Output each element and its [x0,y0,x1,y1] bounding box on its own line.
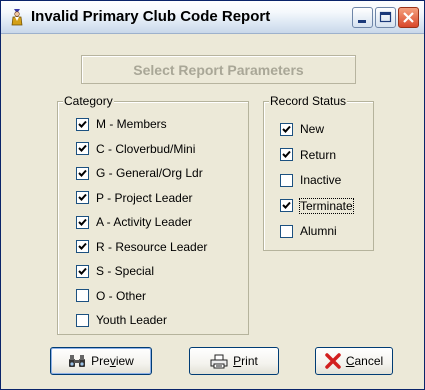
check-mark-icon [78,193,87,201]
print-button[interactable]: Print [189,347,279,375]
category-legend: Category [63,94,114,108]
check-mark-icon [78,120,87,128]
checkbox-label: G - General/Org Ldr [96,166,203,180]
print-label: Print [233,354,258,368]
checkbox-box[interactable] [76,289,89,302]
category-checkbox-p-project-leader[interactable]: P - Project Leader [76,190,193,206]
minimize-button[interactable] [352,7,373,28]
window-title: Invalid Primary Club Code Report [31,8,271,25]
checkbox-label: Inactive [300,173,342,187]
checkbox-box[interactable] [76,264,89,278]
category-checkbox-a-activity-leader[interactable]: A - Activity Leader [76,214,192,230]
category-checkbox-g-general-org-ldr[interactable]: G - General/Org Ldr [76,165,203,181]
checkbox-label: A - Activity Leader [96,215,193,229]
record-status-group: Record Status New Return Inactive Terminate… [263,94,374,251]
maximize-button[interactable] [375,7,396,28]
check-mark-icon [78,218,87,226]
category-checkbox-o-other[interactable]: O - Other [76,288,146,304]
status-checkbox-terminate[interactable]: Terminate [280,197,354,214]
checkbox-label: New [300,122,325,136]
cancel-label: Cancel [345,354,384,368]
printer-icon [210,354,228,368]
select-report-parameters-banner: Select Report Parameters [81,55,356,84]
status-checkbox-new[interactable]: New [280,121,324,137]
checkbox-box[interactable] [76,313,89,327]
checkbox-box[interactable] [280,148,293,161]
check-mark-icon [78,242,87,250]
category-checkbox-r-resource-leader[interactable]: R - Resource Leader [76,239,207,255]
status-checkbox-inactive[interactable]: Inactive [280,172,341,188]
category-checkbox-c-cloverbud-mini[interactable]: C - Cloverbud/Mini [76,141,195,157]
maximize-icon [379,11,392,23]
checkbox-label: Terminate [299,197,354,214]
record-status-legend: Record Status [269,94,348,108]
status-checkbox-return[interactable]: Return [280,147,336,163]
check-mark-icon [78,144,87,152]
wizard-figure-icon[interactable] [9,8,25,26]
title-bar[interactable]: Invalid Primary Club Code Report [1,1,424,34]
check-mark-icon [282,150,291,158]
binoculars-icon [69,355,86,367]
checkbox-label: M - Members [96,117,167,131]
category-checkbox-m-members[interactable]: M - Members [76,116,167,132]
close-icon [403,12,414,23]
checkbox-label: R - Resource Leader [96,239,208,254]
checkbox-box[interactable] [76,117,89,131]
cancel-button[interactable]: Cancel [315,347,393,375]
preview-button[interactable]: Preview [50,347,152,375]
checkbox-box[interactable] [76,215,89,229]
checkbox-box[interactable] [76,142,89,155]
check-mark-icon [282,125,291,133]
banner-label: Select Report Parameters [133,61,304,78]
checkbox-label: C - Cloverbud/Mini [96,141,196,156]
red-x-icon [325,353,341,369]
checkbox-label: Return [300,147,337,162]
category-checkbox-s-special[interactable]: S - Special [76,263,154,279]
checkbox-label: P - Project Leader [96,190,193,205]
checkbox-label: Youth Leader [96,313,167,327]
checkbox-box[interactable] [76,166,89,180]
checkbox-box[interactable] [76,191,89,204]
close-button[interactable] [398,7,419,28]
check-mark-icon [78,267,87,275]
checkbox-box[interactable] [76,240,89,253]
checkbox-label: Alumni [300,224,337,238]
check-mark-icon [282,201,291,209]
checkbox-label: S - Special [96,264,155,278]
checkbox-box[interactable] [280,173,293,187]
category-group: Category M - Members C - Cloverbud/Mini G … [57,94,249,335]
checkbox-box[interactable] [280,199,293,212]
report-dialog: Invalid Primary Club Code Report Select … [0,0,425,390]
checkbox-label: O - Other [96,288,147,303]
preview-label: Preview [91,354,134,368]
checkbox-box[interactable] [280,122,293,136]
minimize-icon [358,20,366,23]
category-checkbox-youth-leader[interactable]: Youth Leader [76,312,167,328]
check-mark-icon [78,169,87,177]
checkbox-box[interactable] [280,224,293,238]
status-checkbox-alumni[interactable]: Alumni [280,223,337,239]
